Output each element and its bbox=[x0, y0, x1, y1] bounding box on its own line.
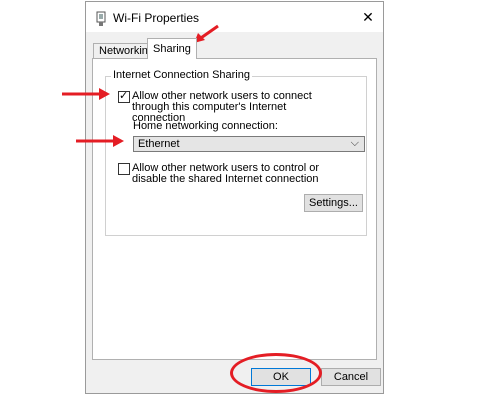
title-bar: Wi-Fi Properties ✕ bbox=[86, 2, 383, 32]
checkmark-icon: ✓ bbox=[119, 90, 129, 102]
allow-control-checkbox[interactable] bbox=[118, 163, 130, 175]
settings-button[interactable]: Settings... bbox=[304, 194, 363, 212]
window-title: Wi-Fi Properties bbox=[113, 11, 200, 25]
allow-connect-checkbox[interactable]: ✓ bbox=[118, 90, 130, 103]
tab-sharing[interactable]: Sharing bbox=[147, 38, 197, 59]
annotation-arrow-icon bbox=[76, 135, 124, 147]
allow-control-label[interactable]: Allow other network users to control or … bbox=[132, 163, 342, 185]
cancel-button[interactable]: Cancel bbox=[321, 368, 381, 386]
home-networking-value: Ethernet bbox=[138, 138, 180, 150]
home-networking-select[interactable]: Ethernet ⌵ bbox=[133, 136, 365, 152]
ics-group-title: Internet Connection Sharing bbox=[111, 69, 252, 81]
chevron-down-icon: ⌵ bbox=[350, 137, 359, 149]
annotation-arrow-icon bbox=[62, 88, 110, 100]
wifi-properties-dialog: Wi-Fi Properties ✕ Networking Sharing In… bbox=[85, 1, 384, 394]
wifi-adapter-icon bbox=[96, 11, 106, 26]
ok-annotation-circle bbox=[230, 353, 322, 393]
close-button[interactable]: ✕ bbox=[353, 4, 383, 30]
sharing-panel: Internet Connection Sharing ✓ Allow othe… bbox=[92, 58, 377, 360]
home-networking-label: Home networking connection: bbox=[133, 120, 278, 132]
